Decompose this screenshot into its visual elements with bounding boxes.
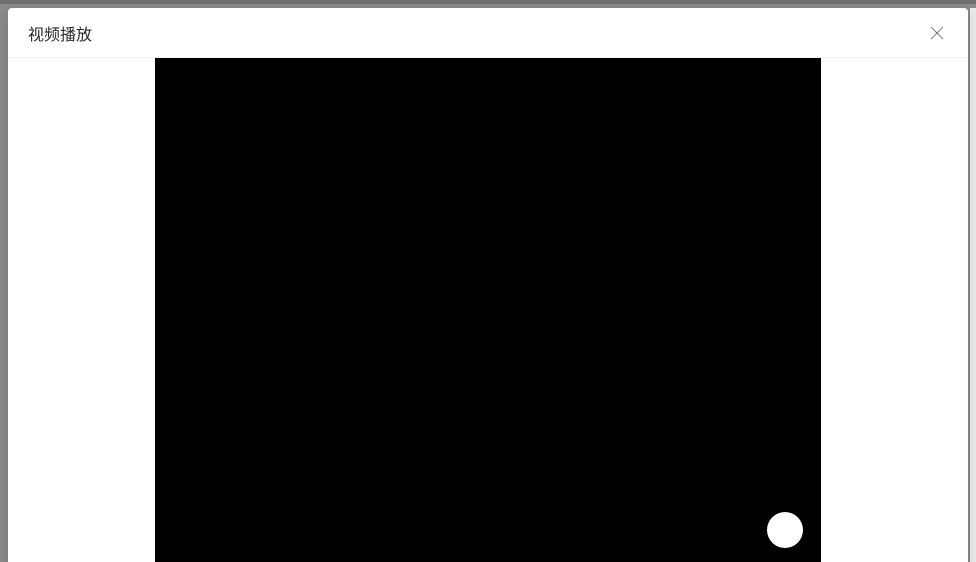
modal-body <box>8 58 968 562</box>
backdrop-top-bar <box>0 0 976 4</box>
close-icon <box>930 26 944 40</box>
background-side-panel <box>970 8 976 562</box>
close-button[interactable] <box>926 22 948 44</box>
modal-title: 视频播放 <box>28 21 92 45</box>
video-playback-modal: 视频播放 <box>8 8 968 562</box>
video-floating-button[interactable] <box>767 512 803 548</box>
modal-header: 视频播放 <box>8 8 968 58</box>
video-player[interactable] <box>155 58 821 562</box>
